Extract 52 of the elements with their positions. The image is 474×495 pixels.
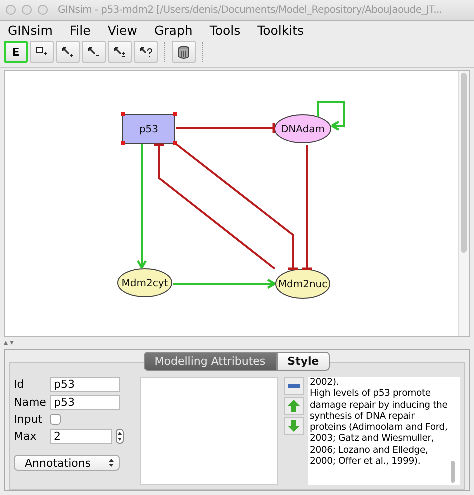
inhibition-arrow[interactable] [176,123,276,133]
node-label: Mdm2cyt [122,278,168,290]
edit-mode-button[interactable]: E [4,41,28,63]
move-down-button[interactable] [284,417,304,435]
add-node-icon [36,47,48,57]
max-field[interactable]: 2 [50,429,112,444]
field-label: Input [14,413,44,426]
field-label: Id [14,378,26,391]
node-ellipse[interactable] [118,268,172,298]
delete-button[interactable] [172,41,196,63]
scrollbar[interactable] [458,71,469,336]
tab[interactable]: Style [276,352,330,371]
add-negative-button[interactable] [82,41,106,63]
menu-item[interactable]: Toolkits [258,22,304,38]
inhibition-arrow[interactable] [302,145,312,270]
arrow-plus-icon [62,46,74,58]
menu-item[interactable]: File [70,22,91,38]
field-label: Max [14,430,38,443]
field-label: Name [14,396,48,409]
arrow-question-icon [140,46,152,58]
remove-button[interactable] [284,377,304,395]
down-arrow-icon [288,420,300,432]
id-field[interactable]: p53 [50,377,120,392]
name-field[interactable]: p53 [50,395,120,410]
arrow-minus-icon [88,46,100,58]
input-checkbox[interactable] [50,414,61,425]
menu-item[interactable]: View [108,22,138,38]
node-ellipse[interactable] [276,269,330,299]
node-ellipse[interactable] [274,114,332,144]
node-label: DNAdam [280,124,326,136]
inhibition-arrow[interactable] [175,143,298,270]
menu-item[interactable]: GINsim [8,22,53,38]
add-unknown-button[interactable] [134,41,158,63]
window-title: GINsim - p53-mdm2 [/Users/denis/Documents/Model_Repository/AbouJaoude_JT... [58,4,442,16]
menu-item[interactable]: Graph [154,22,193,38]
tab[interactable]: Modelling Attributes [144,352,277,371]
add-dual-button[interactable] [108,41,132,63]
add-positive-button[interactable] [56,41,80,63]
menu-item[interactable]: Tools [210,22,241,38]
up-arrow-icon [288,400,300,412]
annotations-dropdown[interactable]: Annotations [14,455,120,471]
trash-can-icon [178,46,190,58]
minus-icon [288,384,300,388]
node-label: Mdm2nuc [278,280,328,290]
updown-caret-icon [109,459,114,467]
add-node-button[interactable] [30,41,54,63]
inhibition-arrow[interactable] [154,144,276,270]
stepper-icon[interactable] [116,429,124,444]
move-up-button[interactable] [284,397,304,415]
node-label: p53 [139,124,159,136]
splitter-arrows-icon[interactable] [4,340,14,344]
arrow-plus-minus-icon [114,46,126,58]
